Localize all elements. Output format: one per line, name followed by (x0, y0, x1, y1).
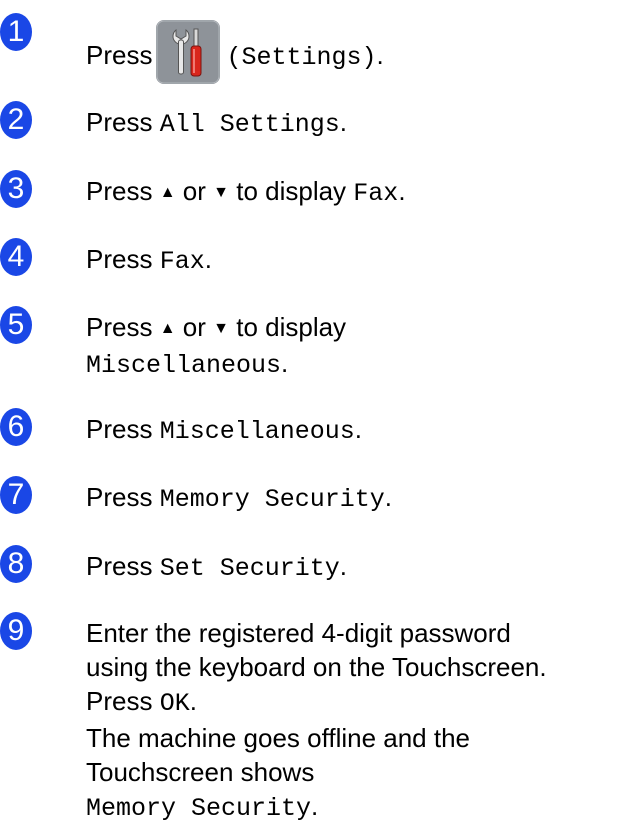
press-text: Press (86, 482, 153, 512)
instruction-line: Touchscreen shows (86, 757, 315, 787)
step-number-badge: 9 (0, 612, 32, 650)
or-text: or (182, 312, 206, 342)
period: . (384, 482, 392, 512)
settings-label: (Settings) (226, 43, 377, 72)
press-text: Press (86, 686, 153, 716)
display-text: to display (236, 312, 347, 342)
period: . (354, 414, 362, 444)
step-number-badge: 4 (0, 238, 32, 276)
period: . (281, 348, 289, 378)
step-text: Press (Settings). (86, 20, 634, 84)
menu-option: Miscellaneous (86, 351, 282, 380)
press-text: Press (86, 244, 153, 274)
or-text: or (182, 176, 206, 206)
menu-option: Fax (353, 179, 399, 208)
period: . (339, 551, 347, 581)
menu-option: All Settings (159, 110, 340, 139)
step-text: Enter the registered 4-digit password us… (86, 616, 634, 826)
menu-option: Miscellaneous (159, 417, 355, 446)
step-number-badge: 8 (0, 545, 32, 583)
step-text: Press Miscellaneous. (86, 412, 634, 449)
instruction-line: using the keyboard on the Touchscreen. (86, 652, 547, 682)
down-arrow-icon: ▼ (213, 184, 229, 201)
step-number-badge: 2 (0, 101, 32, 139)
step-text: Press ▲ or ▼ to display Fax. (86, 174, 634, 211)
press-text: Press (86, 176, 153, 206)
press-text: Press (86, 40, 153, 70)
up-arrow-icon: ▲ (159, 184, 176, 201)
period: . (398, 176, 406, 206)
press-text: Press (86, 414, 153, 444)
up-arrow-icon: ▲ (159, 320, 176, 337)
instruction-line: Enter the registered 4-digit password (86, 618, 511, 648)
step-text: Press Set Security. (86, 549, 634, 586)
screen-message: Memory Security (86, 794, 312, 823)
step-number-badge: 3 (0, 170, 32, 208)
step-number-badge: 1 (0, 13, 32, 51)
step-text: Press ▲ or ▼ to display Miscellaneous. (86, 310, 634, 383)
step-text: Press Fax. (86, 242, 634, 279)
press-text: Press (86, 551, 153, 581)
period: . (204, 244, 212, 274)
ok-option: OK (159, 689, 190, 718)
menu-option: Set Security (159, 554, 340, 583)
menu-option: Fax (159, 247, 205, 276)
step-number-badge: 7 (0, 476, 32, 514)
settings-icon (156, 20, 221, 84)
period: . (189, 686, 197, 716)
menu-option: Memory Security (159, 485, 385, 514)
press-text: Press (86, 312, 153, 342)
instruction-line: The machine goes offline and the (86, 723, 471, 753)
period: . (311, 791, 319, 821)
step-text: Press All Settings. (86, 105, 634, 142)
period: . (339, 107, 347, 137)
period: . (376, 40, 384, 70)
step-number-badge: 6 (0, 408, 32, 446)
step-number-badge: 5 (0, 306, 32, 344)
press-text: Press (86, 107, 153, 137)
down-arrow-icon: ▼ (213, 320, 229, 337)
display-text: to display (236, 176, 347, 206)
step-text: Press Memory Security. (86, 480, 634, 517)
